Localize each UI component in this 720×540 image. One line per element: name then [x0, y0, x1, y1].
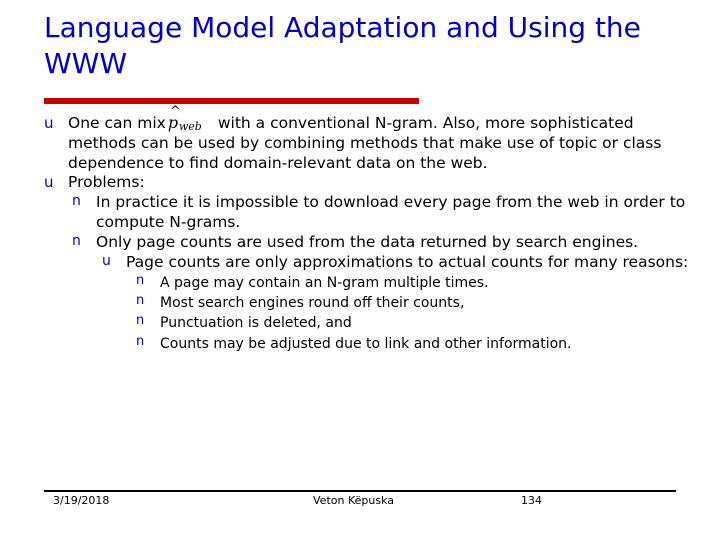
- bullet-item-2-sub-2a: u Page counts are only approximations to…: [44, 253, 692, 273]
- bullet-item-1-text-a: One can mix: [68, 114, 166, 132]
- bullet-marker-n-icon: n: [72, 232, 81, 249]
- slide: Language Model Adaptation and Using the …: [0, 0, 720, 540]
- bullet-marker-u-icon: u: [44, 114, 54, 132]
- bullet-marker-n-icon: n: [136, 333, 145, 349]
- bullet-marker-n-icon: n: [136, 292, 145, 308]
- bullet-item-2-sub-1: n In practice it is impossible to downlo…: [44, 193, 692, 233]
- bullet-marker-u-icon: u: [102, 252, 111, 269]
- bullet-marker-n-icon: n: [136, 313, 145, 329]
- detail-item-3-text: Punctuation is deleted, and: [160, 315, 352, 332]
- footer-author: Veton Këpuska: [313, 494, 394, 507]
- slide-body: u One can mix ^ p web with a conventional N-…: [44, 104, 692, 354]
- detail-item-2-text: Most search engines round off their coun…: [160, 294, 465, 311]
- bullet-marker-n-icon: n: [136, 272, 145, 288]
- bullet-item-2-text: Problems:: [68, 173, 145, 192]
- detail-item-3: n Punctuation is deleted, and: [44, 313, 692, 333]
- detail-item-1: n A page may contain an N-gram multiple …: [44, 273, 692, 293]
- detail-item-4-text: Counts may be adjusted due to link and o…: [160, 335, 572, 352]
- bullet-item-1: u One can mix ^ p web with a conventional N-…: [44, 104, 692, 173]
- bullet-item-2-sub-2a-text: Page counts are only approximations to a…: [126, 252, 689, 271]
- bullet-item-2-sub-1-text: In practice it is impossible to download…: [96, 193, 686, 232]
- bullet-item-1-text: One can mix ^ p web with a conventional N-gr…: [68, 104, 692, 173]
- page-title: Language Model Adaptation and Using the …: [44, 11, 641, 80]
- bullet-item-2-sub-2: n Only page counts are used from the dat…: [44, 233, 692, 253]
- formula-subscript: web: [178, 120, 202, 133]
- bullet-marker-u-icon: u: [44, 173, 54, 192]
- title-divider: [44, 98, 419, 104]
- p-web-formula: ^ p web: [166, 104, 218, 133]
- footer-divider: [44, 490, 676, 492]
- detail-item-2: n Most search engines round off their co…: [44, 293, 692, 313]
- formula-symbol: p: [167, 113, 179, 132]
- bullet-item-2-sub-2-text: Only page counts are used from the data …: [96, 232, 639, 251]
- bullet-item-2: u Problems:: [44, 173, 692, 193]
- bullet-marker-n-icon: n: [72, 193, 81, 210]
- footer-date: 3/19/2018: [53, 494, 110, 507]
- footer-page-number: 134: [521, 494, 542, 507]
- detail-item-1-text: A page may contain an N-gram multiple ti…: [160, 274, 489, 291]
- detail-item-4: n Counts may be adjusted due to link and…: [44, 334, 692, 354]
